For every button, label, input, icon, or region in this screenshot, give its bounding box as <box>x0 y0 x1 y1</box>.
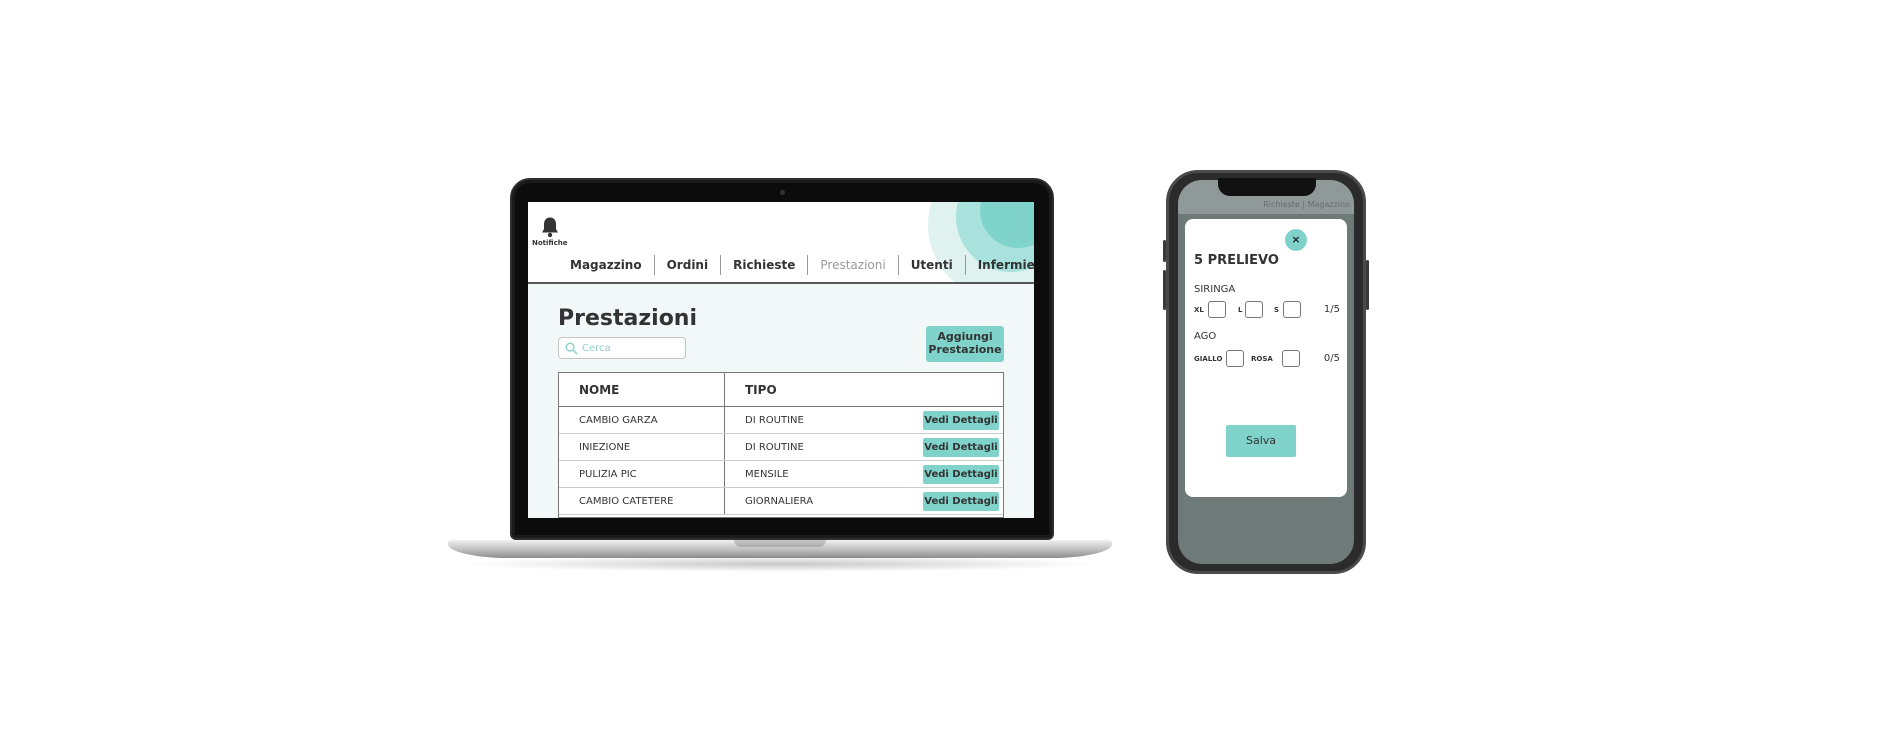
option-label-s: S <box>1274 306 1280 314</box>
ago-count: 0/5 <box>1323 353 1340 364</box>
main-nav: Magazzino Ordini Richieste Prestazioni U… <box>558 254 1034 276</box>
nav-item-magazzino[interactable]: Magazzino <box>558 255 655 275</box>
table-row: PULIZIA PIC MENSILE Vedi Dettagli <box>559 461 1003 488</box>
table-row: CAMBIO GARZA DI ROUTINE Vedi Dettagli <box>559 407 1003 434</box>
section-label-siringa: SIRINGA <box>1194 284 1236 295</box>
modal-title: 5 PRELIEVO <box>1194 253 1279 268</box>
save-button[interactable]: Salva <box>1226 425 1296 457</box>
page-title: Prestazioni <box>558 306 698 331</box>
view-details-button[interactable]: Vedi Dettagli <box>923 438 999 457</box>
cell-nome: CAMBIO GARZA <box>559 407 725 433</box>
notifications-button[interactable]: Notifiche <box>532 216 567 247</box>
laptop-screen: Notifiche Magazzino Ordini Richieste Pre… <box>528 202 1034 518</box>
option-label-giallo: GIALLO <box>1194 355 1223 363</box>
view-details-button[interactable]: Vedi Dettagli <box>923 465 999 484</box>
option-label-xl: XL <box>1194 306 1204 314</box>
checkbox-rosa[interactable] <box>1282 350 1300 367</box>
phone-notch <box>1218 178 1316 196</box>
cell-tipo: DI ROUTINE <box>745 415 804 426</box>
nav-item-utenti[interactable]: Utenti <box>899 255 966 275</box>
search-input[interactable] <box>582 342 682 354</box>
option-label-rosa: ROSA <box>1251 355 1273 363</box>
column-header-tipo: TIPO <box>745 383 777 397</box>
laptop-hinge-notch <box>734 540 826 547</box>
laptop-camera <box>780 190 785 195</box>
main-content: Prestazioni Aggiungi Prestazione NOME TI… <box>528 284 1034 518</box>
view-details-button[interactable]: Vedi Dettagli <box>923 411 999 430</box>
cell-nome: PULIZIA PIC <box>559 461 725 487</box>
phone-power-button <box>1366 260 1369 310</box>
prelievo-modal: × 5 PRELIEVO SIRINGA XL L S 1/5 AGO GIAL… <box>1185 219 1347 497</box>
add-button-line2: Prestazione <box>928 343 1002 356</box>
cell-tipo: DI ROUTINE <box>745 442 804 453</box>
checkbox-giallo[interactable] <box>1226 350 1244 367</box>
cell-nome: INIEZIONE <box>559 434 725 460</box>
add-button-line1: Aggiungi <box>937 330 993 343</box>
prestazioni-table: NOME TIPO CAMBIO GARZA DI ROUTINE Vedi D… <box>558 372 1004 518</box>
cell-tipo: GIORNALIERA <box>745 496 814 507</box>
notifications-label: Notifiche <box>532 239 568 247</box>
siringa-count: 1/5 <box>1323 304 1340 315</box>
cell-tipo: MENSILE <box>745 469 789 480</box>
table-row: INIEZIONE DI ROUTINE Vedi Dettagli <box>559 434 1003 461</box>
laptop-shadow <box>460 556 1100 572</box>
siringa-options: XL L S 1/5 <box>1194 301 1340 319</box>
nav-item-richieste[interactable]: Richieste <box>721 255 809 275</box>
table-row: CAMBIO CATETERE GIORNALIERA Vedi Dettagl… <box>559 488 1003 515</box>
checkbox-s[interactable] <box>1283 301 1301 318</box>
bell-icon <box>542 217 558 238</box>
checkbox-l[interactable] <box>1245 301 1263 318</box>
view-details-button[interactable]: Vedi Dettagli <box>923 492 999 511</box>
phone-nav: Richieste | Magazzino <box>1263 200 1350 209</box>
column-header-nome: NOME <box>559 373 725 406</box>
section-label-ago: AGO <box>1194 331 1217 342</box>
close-button[interactable]: × <box>1285 229 1307 251</box>
add-prestazione-button[interactable]: Aggiungi Prestazione <box>926 326 1004 362</box>
ago-options: GIALLO ROSA 0/5 <box>1194 350 1340 368</box>
nav-item-infermieri[interactable]: Infermieri <box>966 255 1034 275</box>
option-label-l: L <box>1238 306 1243 314</box>
nav-item-prestazioni[interactable]: Prestazioni <box>808 255 899 275</box>
checkbox-xl[interactable] <box>1208 301 1226 318</box>
nav-item-ordini[interactable]: Ordini <box>655 255 722 275</box>
search-icon <box>565 342 578 355</box>
table-header: NOME TIPO <box>559 373 1003 407</box>
cell-nome: CAMBIO CATETERE <box>559 488 725 514</box>
search-box[interactable] <box>558 337 686 359</box>
